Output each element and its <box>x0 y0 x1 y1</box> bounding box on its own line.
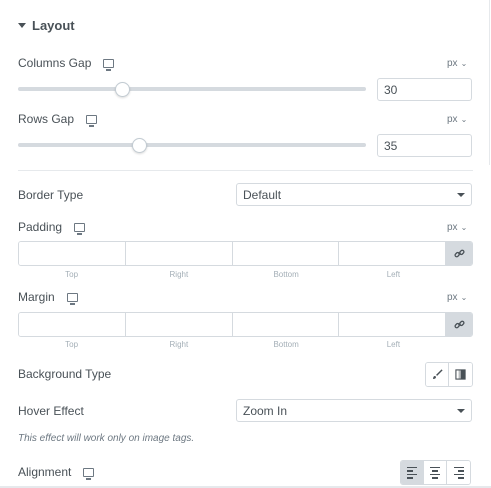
chevron-down-icon: ⌄ <box>460 223 468 232</box>
padding-dimensions <box>18 241 473 266</box>
margin-right-label: Right <box>169 340 189 349</box>
columns-gap-input[interactable]: 30 <box>377 78 472 101</box>
columns-gap-slider-track[interactable] <box>18 87 366 91</box>
border-type-label: Border Type <box>18 188 84 202</box>
hover-effect-value: Zoom In <box>243 403 288 418</box>
border-type-value: Default <box>243 187 282 202</box>
background-type-choices <box>425 362 473 387</box>
padding-left-label: Left <box>386 270 401 279</box>
columns-gap-unit-select[interactable]: px ⌄ <box>447 58 467 69</box>
margin-side-labels: Top Right Bottom Left <box>18 340 447 349</box>
margin-label: Margin <box>18 290 55 304</box>
padding-bottom-input[interactable] <box>232 242 340 265</box>
caret-down-icon <box>18 23 26 28</box>
margin-unit: px <box>447 292 458 303</box>
border-type-select[interactable]: Default <box>236 183 472 206</box>
align-right-icon <box>453 466 464 479</box>
desktop-icon[interactable] <box>74 222 86 235</box>
alignment-label: Alignment <box>18 465 72 479</box>
margin-right-input[interactable] <box>125 313 233 336</box>
margin-dimensions <box>18 312 473 337</box>
columns-gap-unit: px <box>447 58 458 69</box>
align-left-button[interactable] <box>401 461 424 484</box>
padding-right-input[interactable] <box>125 242 233 265</box>
hover-effect-label-row: Hover Effect <box>18 404 84 418</box>
margin-top-input[interactable] <box>19 313 126 336</box>
padding-right-label: Right <box>169 270 189 279</box>
columns-gap-value: 30 <box>384 82 398 97</box>
hover-effect-select[interactable]: Zoom In <box>236 399 472 422</box>
gradient-icon <box>455 369 466 380</box>
rows-gap-label: Rows Gap <box>18 112 75 126</box>
margin-left-input[interactable] <box>339 313 446 336</box>
margin-bottom-input[interactable] <box>232 313 340 336</box>
padding-top-label: Top <box>65 270 79 279</box>
margin-top-label: Top <box>65 340 79 349</box>
desktop-icon[interactable] <box>103 58 115 71</box>
background-type-label-row: Background Type <box>18 367 111 381</box>
layout-panel: Layout Columns Gap px ⌄ 30 Rows Gap px ⌄… <box>0 0 491 488</box>
background-classic-button[interactable] <box>426 363 449 386</box>
chevron-down-icon: ⌄ <box>460 115 468 124</box>
rows-gap-unit: px <box>447 114 458 125</box>
columns-gap-slider-handle[interactable] <box>114 82 130 97</box>
panel-edge-rule <box>489 0 490 165</box>
margin-unit-select[interactable]: px ⌄ <box>447 292 467 303</box>
link-icon[interactable] <box>446 242 472 265</box>
desktop-icon[interactable] <box>66 292 78 305</box>
align-left-icon <box>407 466 417 479</box>
alignment-choices <box>400 460 471 485</box>
hover-effect-label: Hover Effect <box>18 404 84 418</box>
rows-gap-slider-track[interactable] <box>18 143 366 147</box>
dropdown-arrow-icon <box>457 192 465 197</box>
background-type-label: Background Type <box>18 367 112 381</box>
link-icon[interactable] <box>446 313 472 336</box>
rows-gap-slider-handle[interactable] <box>132 138 148 153</box>
rows-gap-unit-select[interactable]: px ⌄ <box>447 114 467 125</box>
columns-gap-label: Columns Gap <box>18 56 92 70</box>
section-title: Layout <box>32 18 75 33</box>
align-right-button[interactable] <box>447 461 470 484</box>
columns-gap-label-row: Columns Gap <box>18 56 115 71</box>
padding-top-input[interactable] <box>19 242 126 265</box>
padding-label-row: Padding <box>18 220 86 235</box>
brush-icon <box>432 369 443 380</box>
padding-side-labels: Top Right Bottom Left <box>18 270 447 279</box>
padding-label: Padding <box>18 220 63 234</box>
desktop-icon[interactable] <box>83 467 95 480</box>
rows-gap-value: 35 <box>384 138 398 153</box>
padding-unit: px <box>447 222 458 233</box>
dropdown-arrow-icon <box>457 408 465 413</box>
align-center-button[interactable] <box>424 461 447 484</box>
rows-gap-label-row: Rows Gap <box>18 112 98 127</box>
background-gradient-button[interactable] <box>449 363 472 386</box>
align-center-icon <box>430 466 440 479</box>
section-divider <box>18 170 473 171</box>
margin-label-row: Margin <box>18 290 78 305</box>
border-type-label-row: Border Type <box>18 188 83 202</box>
margin-bottom-label: Bottom <box>273 340 299 349</box>
padding-left-input[interactable] <box>339 242 446 265</box>
desktop-icon[interactable] <box>86 114 98 127</box>
chevron-down-icon: ⌄ <box>460 293 468 302</box>
padding-unit-select[interactable]: px ⌄ <box>447 222 467 233</box>
chevron-down-icon: ⌄ <box>460 59 468 68</box>
margin-left-label: Left <box>386 340 401 349</box>
section-header-layout[interactable]: Layout <box>18 18 75 33</box>
padding-bottom-label: Bottom <box>273 270 299 279</box>
alignment-label-row: Alignment <box>18 465 95 480</box>
rows-gap-input[interactable]: 35 <box>377 134 472 157</box>
hover-effect-note: This effect will work only on image tags… <box>18 433 195 444</box>
